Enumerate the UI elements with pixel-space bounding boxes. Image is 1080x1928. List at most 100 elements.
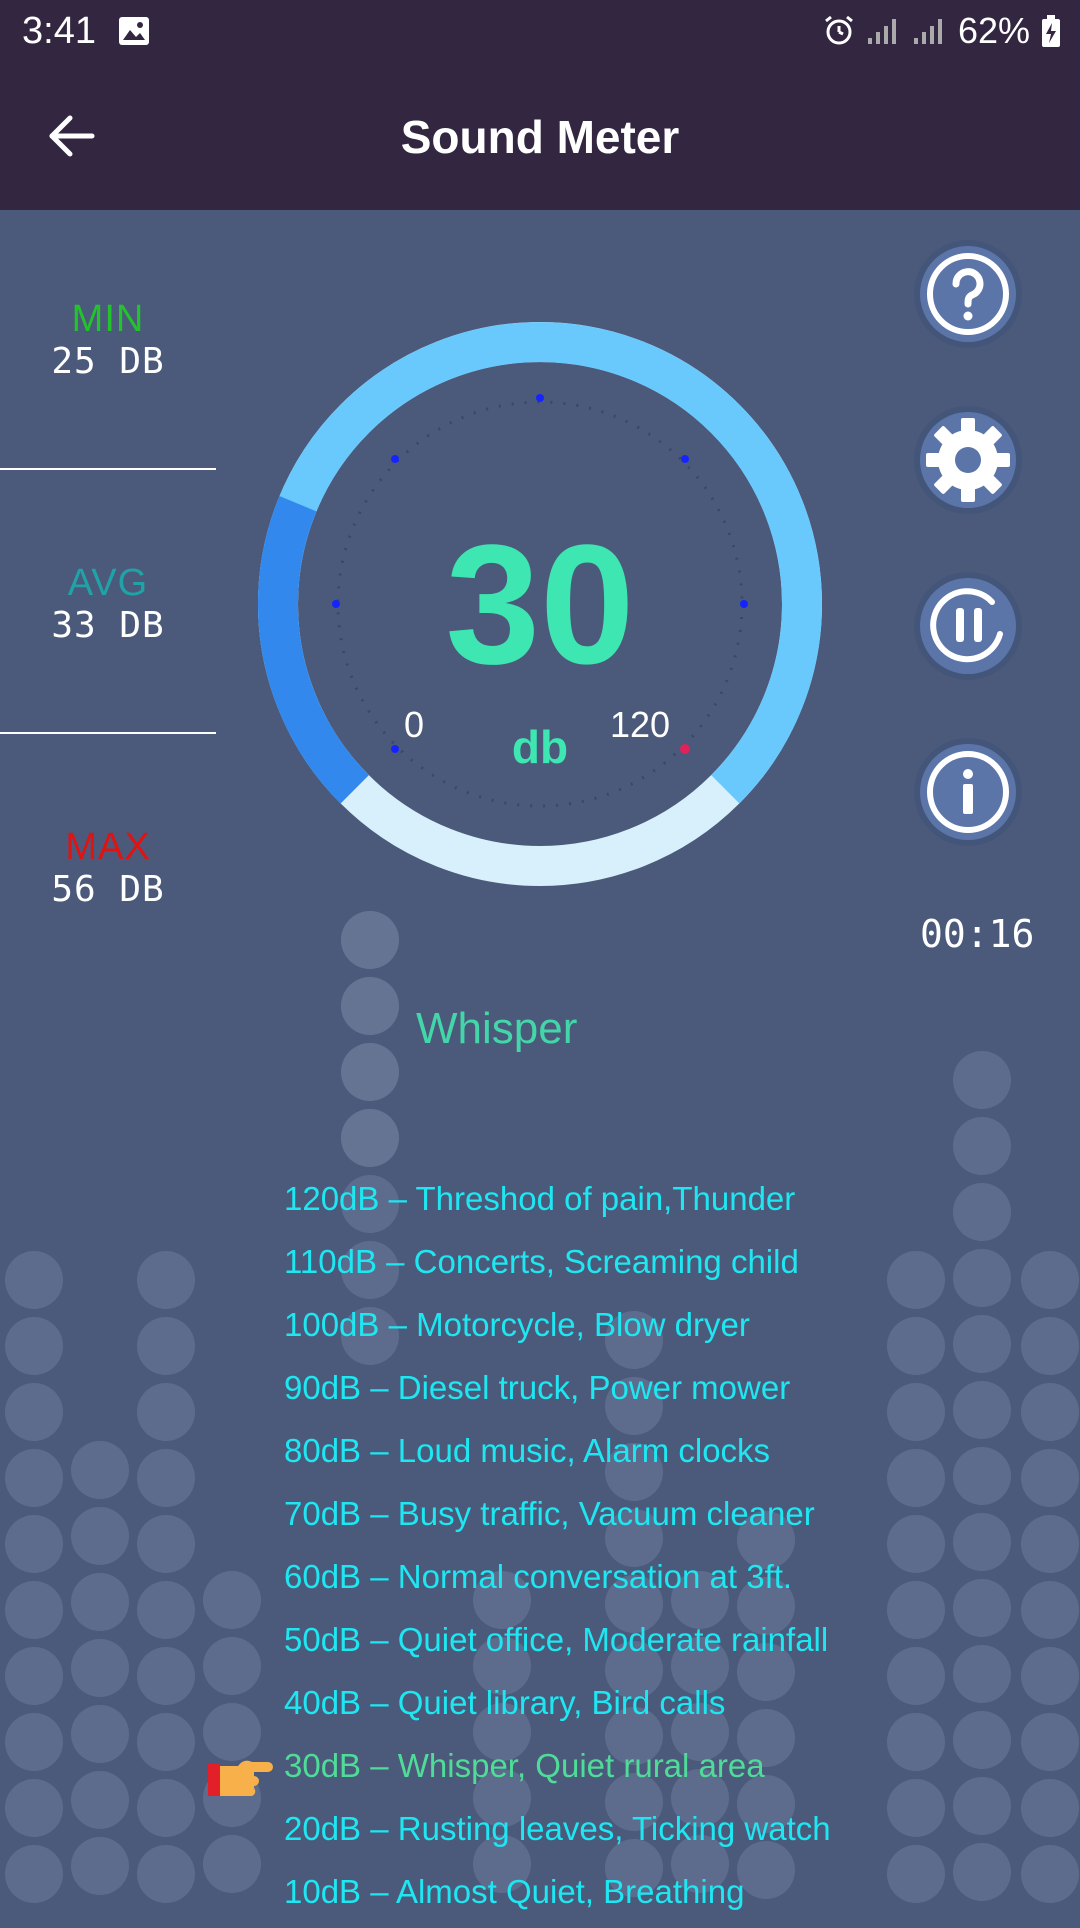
- bubble: [137, 1449, 195, 1507]
- bubble: [71, 1705, 129, 1763]
- bubble: [5, 1581, 63, 1639]
- bubble: [71, 1771, 129, 1829]
- bubble: [1021, 1317, 1079, 1375]
- bubble: [341, 911, 399, 969]
- bubble: [5, 1251, 63, 1309]
- list-item: 60dB – Normal conversation at 3ft.: [284, 1558, 793, 1595]
- bubble: [953, 1183, 1011, 1241]
- bubble: [1021, 1713, 1079, 1771]
- current-db-value: 30: [445, 510, 635, 700]
- settings-icon: [926, 418, 1010, 502]
- bubble: [5, 1515, 63, 1573]
- info-button[interactable]: [920, 744, 1016, 840]
- max-stat: MAX 56 DB: [0, 826, 216, 910]
- bubble: [1021, 1581, 1079, 1639]
- bubble: [1021, 1449, 1079, 1507]
- bubble: [137, 1251, 195, 1309]
- bubble: [137, 1845, 195, 1903]
- elapsed-timer: 00:16: [920, 912, 1035, 956]
- avg-value: 33 DB: [51, 605, 165, 646]
- gauge-tick-dot: [536, 394, 544, 402]
- bubble: [953, 1447, 1011, 1505]
- min-stat: MIN 25 DB: [0, 298, 216, 382]
- bubble: [953, 1051, 1011, 1109]
- list-item: 40dB – Quiet library, Bird calls: [284, 1684, 726, 1721]
- bubble: [953, 1249, 1011, 1307]
- bubble: [341, 977, 399, 1035]
- bubble: [887, 1251, 945, 1309]
- list-item: 20dB – Rusting leaves, Ticking watch: [284, 1810, 831, 1847]
- bubble: [1021, 1251, 1079, 1309]
- list-item: 90dB – Diesel truck, Power mower: [284, 1369, 791, 1406]
- bubble: [953, 1315, 1011, 1373]
- pause-icon: [930, 588, 1003, 663]
- pointing-hand-icon: [208, 1760, 273, 1796]
- list-item-active: 30dB – Whisper, Quiet rural area: [284, 1747, 765, 1784]
- list-item: 50dB – Quiet office, Moderate rainfall: [284, 1621, 829, 1658]
- avg-stat: AVG 33 DB: [0, 562, 216, 646]
- help-icon: [927, 253, 1009, 335]
- stat-divider: [0, 732, 216, 734]
- bubble: [137, 1515, 195, 1573]
- db-unit: db: [511, 721, 569, 773]
- bubble: [887, 1713, 945, 1771]
- bubble: [71, 1639, 129, 1697]
- bubble: [887, 1779, 945, 1837]
- level-name: Whisper: [416, 1004, 578, 1053]
- bubble: [1021, 1647, 1079, 1705]
- info-icon: [927, 751, 1009, 833]
- bubble: [137, 1581, 195, 1639]
- bubble: [1021, 1779, 1079, 1837]
- list-item: 100dB – Motorcycle, Blow dryer: [284, 1306, 750, 1343]
- bubble: [71, 1441, 129, 1499]
- bubble: [953, 1117, 1011, 1175]
- bubble: [953, 1381, 1011, 1439]
- min-value: 25 DB: [51, 341, 165, 382]
- bubble: [953, 1777, 1011, 1835]
- pause-button[interactable]: [920, 578, 1016, 674]
- list-item: 80dB – Loud music, Alarm clocks: [284, 1432, 771, 1469]
- bubble: [5, 1779, 63, 1837]
- bubble: [71, 1837, 129, 1895]
- bubble: [887, 1515, 945, 1573]
- bubble: [953, 1513, 1011, 1571]
- list-item: 10dB – Almost Quiet, Breathing: [284, 1873, 745, 1910]
- bubble: [5, 1449, 63, 1507]
- bubble: [953, 1711, 1011, 1769]
- bubble: [887, 1845, 945, 1903]
- bubble: [1021, 1383, 1079, 1441]
- bubble: [5, 1317, 63, 1375]
- help-button[interactable]: [920, 246, 1016, 342]
- bubble: [71, 1507, 129, 1565]
- max-label: MAX: [65, 826, 151, 868]
- settings-button[interactable]: [920, 412, 1016, 508]
- bubble: [203, 1571, 261, 1629]
- bubble: [203, 1637, 261, 1695]
- gauge-tick-dot: [391, 455, 399, 463]
- min-label: MIN: [71, 298, 145, 340]
- bubble: [137, 1317, 195, 1375]
- bubble: [953, 1843, 1011, 1901]
- bubble: [203, 1835, 261, 1893]
- bubble: [5, 1713, 63, 1771]
- bubble: [341, 1043, 399, 1101]
- bubble: [1021, 1515, 1079, 1573]
- bubble: [887, 1581, 945, 1639]
- bubble: [137, 1383, 195, 1441]
- bubble: [5, 1845, 63, 1903]
- gauge-tick-dot: [681, 455, 689, 463]
- bubble: [1021, 1845, 1079, 1903]
- scale-max-label: 120: [610, 704, 671, 745]
- avg-label: AVG: [67, 562, 149, 604]
- scale-min-label: 0: [404, 704, 425, 745]
- max-value: 56 DB: [51, 869, 165, 910]
- bubble: [5, 1647, 63, 1705]
- bubble: [71, 1573, 129, 1631]
- bubble: [953, 1579, 1011, 1637]
- bubble: [341, 1109, 399, 1167]
- bubble: [887, 1647, 945, 1705]
- list-item: 120dB – Threshod of pain,Thunder: [284, 1180, 796, 1217]
- bubble: [5, 1383, 63, 1441]
- bubble: [887, 1383, 945, 1441]
- list-item: 70dB – Busy traffic, Vacuum cleaner: [284, 1495, 815, 1532]
